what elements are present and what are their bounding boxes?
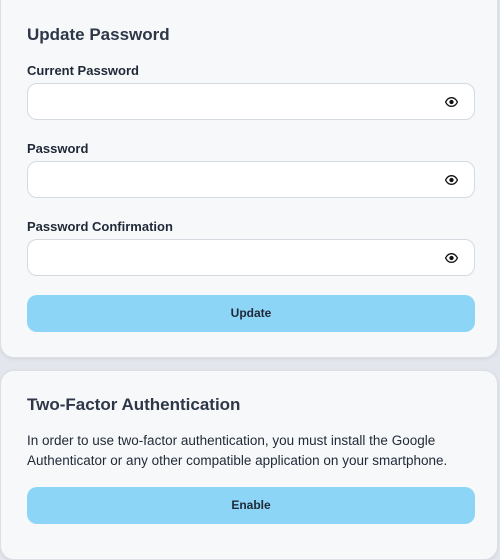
password-label: Password (27, 141, 89, 156)
password-confirmation-input[interactable] (28, 240, 428, 275)
current-password-input[interactable] (28, 84, 428, 119)
password-confirmation-label: Password Confirmation (27, 219, 173, 234)
two-factor-card: Two-Factor Authentication In order to us… (0, 370, 498, 560)
two-factor-description: In order to use two-factor authenticatio… (27, 433, 448, 468)
password-field (27, 161, 475, 198)
password-confirmation-field (27, 239, 475, 276)
eye-icon[interactable] (445, 174, 458, 186)
current-password-label: Current Password (27, 63, 139, 78)
current-password-field (27, 83, 475, 120)
two-factor-title: Two-Factor Authentication (27, 395, 241, 414)
update-password-card: Update Password Current Password Passwor… (0, 0, 498, 358)
enable-button[interactable]: Enable (27, 487, 475, 524)
password-input[interactable] (28, 162, 428, 197)
eye-icon[interactable] (445, 252, 458, 264)
eye-icon[interactable] (445, 96, 458, 108)
update-button[interactable]: Update (27, 295, 475, 332)
update-password-title: Update Password (27, 25, 170, 44)
